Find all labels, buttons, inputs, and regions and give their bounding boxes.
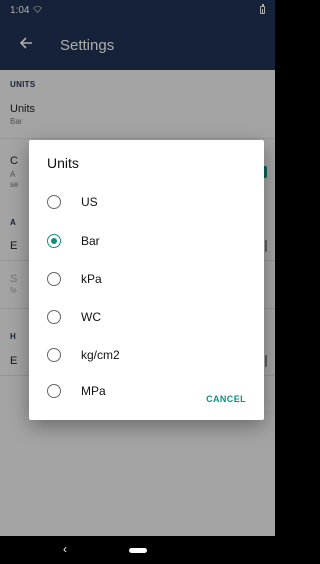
radio-button-icon[interactable] (47, 348, 61, 362)
units-dialog: Units US Bar kPa WC kg/cm2 MPa CANCEL (29, 140, 264, 420)
dialog-title: Units (47, 155, 79, 171)
radio-option-kg-cm2[interactable]: kg/cm2 (29, 338, 264, 372)
radio-button-icon[interactable] (47, 384, 61, 398)
option-label: Bar (81, 234, 100, 248)
option-label: WC (81, 310, 101, 324)
radio-button-checked-icon[interactable] (47, 234, 61, 248)
cancel-button[interactable]: CANCEL (206, 394, 246, 404)
option-label: kPa (81, 272, 102, 286)
radio-button-icon[interactable] (47, 195, 61, 209)
radio-option-wc[interactable]: WC (29, 300, 264, 334)
option-label: kg/cm2 (81, 348, 120, 362)
nav-back-icon[interactable]: ‹ (63, 542, 67, 556)
radio-option-kpa[interactable]: kPa (29, 262, 264, 296)
option-label: US (81, 195, 98, 209)
radio-button-icon[interactable] (47, 310, 61, 324)
radio-button-icon[interactable] (47, 272, 61, 286)
navigation-bar: ‹ (0, 536, 275, 564)
option-label: MPa (81, 384, 106, 398)
radio-option-us[interactable]: US (29, 185, 264, 219)
radio-option-bar[interactable]: Bar (29, 224, 264, 258)
home-pill-icon[interactable] (128, 547, 147, 553)
